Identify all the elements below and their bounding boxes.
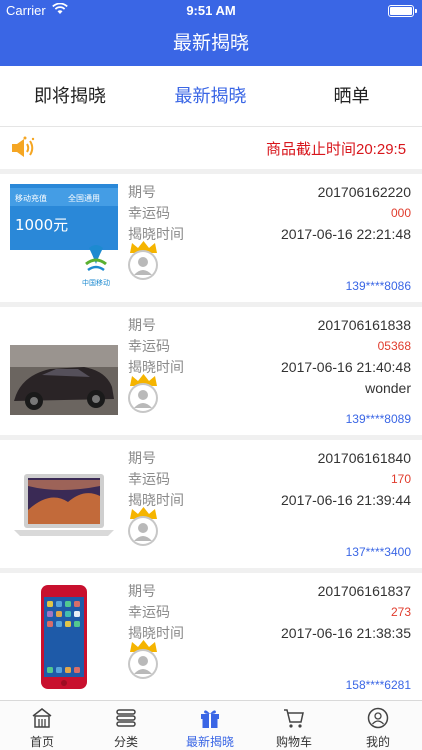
avatar[interactable] — [128, 649, 158, 679]
card-image-text-1: 移动充值 — [15, 193, 47, 203]
segment-tabs: 即将揭晓 最新揭晓 晒单 — [0, 66, 422, 193]
card-image-text-2: 全国通用 — [68, 193, 100, 203]
avatar[interactable] — [128, 516, 158, 546]
period-value: 201706162220 — [317, 184, 411, 200]
lucky-code-label: 幸运码 — [128, 205, 170, 221]
lucky-code-value: 273 — [390, 605, 411, 619]
result-card[interactable]: 期号 幸运码 揭晓时间 201706161837 273 2017-06-16 … — [0, 573, 422, 701]
clock: 9:51 AM — [186, 3, 236, 18]
reveal-time-value: 2017-06-16 21:39:44 — [281, 492, 411, 508]
page-title: 最新揭晓 — [0, 22, 422, 66]
tab-show-orders[interactable]: 晒单 — [281, 66, 422, 127]
winner-phone: 139****8086 — [345, 279, 411, 293]
speaker-icon — [12, 136, 35, 157]
lucky-code-value: 000 — [390, 206, 411, 220]
card-image-text-3: 1000元 — [15, 216, 68, 234]
reveal-time-value: 2017-06-16 21:38:35 — [281, 625, 411, 641]
result-card[interactable]: 移动充值 全国通用 1000元 中国移动 期号 幸运码 揭晓时间 2017061… — [0, 174, 422, 302]
category-icon — [116, 709, 136, 727]
reveal-time-value: 2017-06-16 21:40:48 — [281, 359, 411, 375]
period-label: 期号 — [128, 184, 156, 200]
home-icon — [32, 708, 52, 728]
bottom-tab-bar: 首页 分类 最新揭晓 购物车 我的 — [0, 700, 422, 750]
lucky-code-value: 170 — [390, 472, 411, 486]
card-image-text-4: 中国移动 — [82, 278, 110, 287]
cart-icon — [284, 709, 304, 728]
tabbar-category[interactable]: 分类 — [84, 701, 168, 750]
avatar[interactable] — [128, 383, 158, 413]
notice-text: 商品截止时间20:29:5 — [266, 141, 407, 158]
tab-latest[interactable]: 最新揭晓 — [140, 66, 281, 127]
winner-name: wonder — [365, 380, 411, 396]
avatar[interactable] — [128, 250, 158, 280]
tabbar-label: 分类 — [113, 735, 138, 749]
tabbar-home[interactable]: 首页 — [0, 701, 84, 750]
tab-upcoming[interactable]: 即将揭晓 — [0, 66, 140, 127]
lucky-code-label: 幸运码 — [128, 338, 170, 354]
product-image: 移动充值 全国通用 1000元 中国移动 — [10, 184, 118, 292]
tabbar-profile[interactable]: 我的 — [336, 701, 420, 750]
winner-phone: 139****8089 — [345, 412, 411, 426]
period-label: 期号 — [128, 583, 156, 599]
winner-phone: 158****6281 — [345, 678, 411, 692]
notice-bar: 商品截止时间20:29:5 — [0, 127, 422, 169]
profile-icon — [367, 707, 389, 729]
tabbar-latest[interactable]: 最新揭晓 — [168, 701, 252, 750]
period-label: 期号 — [128, 317, 156, 333]
gift-icon — [201, 710, 219, 728]
battery-icon — [388, 5, 417, 17]
tabbar-cart[interactable]: 购物车 — [252, 701, 336, 750]
reveal-time-value: 2017-06-16 22:21:48 — [281, 226, 411, 242]
period-value: 201706161840 — [317, 450, 411, 466]
lucky-code-value: 05368 — [377, 339, 411, 353]
status-bar: Carrier 9:51 AM — [0, 0, 422, 22]
product-image — [10, 317, 118, 425]
period-label: 期号 — [128, 450, 156, 466]
period-value: 201706161837 — [317, 583, 411, 599]
tabbar-label: 首页 — [29, 735, 54, 749]
tabbar-label: 我的 — [365, 735, 390, 749]
result-card[interactable]: 期号 幸运码 揭晓时间 201706161838 05368 2017-06-1… — [0, 307, 422, 435]
lucky-code-label: 幸运码 — [128, 471, 170, 487]
winner-phone: 137****3400 — [345, 545, 411, 559]
product-image — [10, 583, 118, 691]
result-card[interactable]: 期号 幸运码 揭晓时间 201706161840 170 2017-06-16 … — [0, 440, 422, 568]
tabbar-label: 购物车 — [275, 735, 312, 749]
period-value: 201706161838 — [317, 317, 411, 333]
product-image — [10, 450, 118, 558]
lucky-code-label: 幸运码 — [128, 604, 170, 620]
tabbar-label: 最新揭晓 — [185, 735, 234, 749]
